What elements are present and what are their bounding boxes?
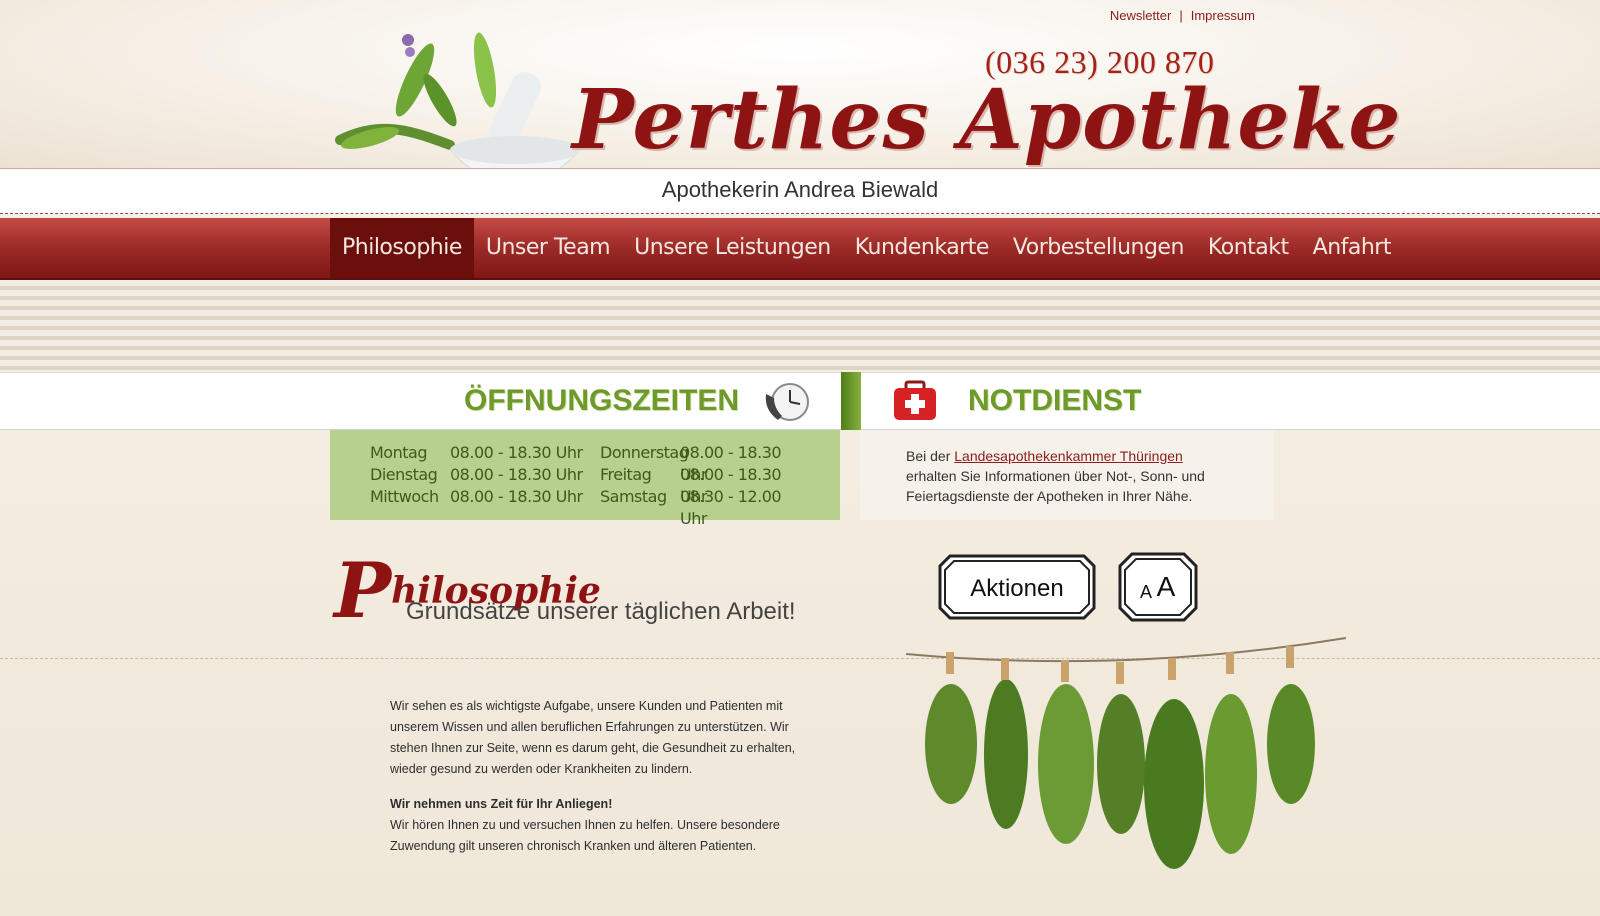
divider-green-bar	[841, 372, 861, 430]
time-value: 08.00 - 18.30 Uhr	[680, 443, 782, 484]
hours-title: ÖFFNUNGSZEITEN	[464, 384, 739, 417]
nav-item-vorbestellungen[interactable]: Vorbestellungen	[1001, 218, 1196, 278]
day-label: Samstag	[600, 487, 667, 506]
clock-phone-icon	[765, 383, 809, 421]
newsletter-link[interactable]: Newsletter	[1110, 8, 1171, 23]
notdienst-text-after: erhalten Sie Informationen über Not-, So…	[906, 468, 1205, 504]
time-value: 08.00 - 18.30 Uhr	[450, 487, 583, 506]
philosophy-title-cap: P	[334, 546, 392, 635]
nav-item-philosophie[interactable]: Philosophie	[330, 218, 474, 278]
font-large-label: A	[1157, 571, 1176, 602]
time-value: 08.00 - 18.30 Uhr	[450, 443, 583, 462]
philosophy-paragraph-2-text: Wir hören Ihnen zu und versuchen Ihnen z…	[390, 818, 780, 853]
philosophy-paragraph-2: Wir nehmen uns Zeit für Ihr Anliegen! Wir…	[390, 794, 800, 857]
impressum-link[interactable]: Impressum	[1191, 8, 1255, 23]
day-label: Donnerstag	[600, 443, 689, 462]
philosophy-body: Wir sehen es als wichtigste Aufgabe, uns…	[390, 696, 800, 871]
day-label: Dienstag	[370, 465, 438, 484]
pharmacist-name: Apothekerin Andrea Biewald	[661, 177, 939, 202]
nav-item-kontakt[interactable]: Kontakt	[1196, 218, 1301, 278]
top-links: Newsletter | Impressum	[1110, 8, 1255, 23]
notdienst-text: Bei der Landesapothekenkammer Thüringen …	[906, 446, 1236, 506]
subtitle-band: Apothekerin Andrea Biewald	[0, 168, 1600, 214]
notdienst-box: Bei der Landesapothekenkammer Thüringen …	[860, 430, 1274, 520]
nav-item-unser-team[interactable]: Unser Team	[474, 218, 622, 278]
time-value: 08.00 - 18.30 Uhr	[450, 465, 583, 484]
aktionen-button[interactable]: Aktionen	[938, 554, 1096, 620]
aktionen-label: Aktionen	[970, 575, 1063, 602]
hours-row: Mittwoch 08.00 - 18.30 Uhr Samstag 08.30…	[370, 486, 810, 528]
main-nav: Philosophie Unser Team Unsere Leistungen…	[0, 218, 1600, 280]
font-size-button[interactable]: A A	[1118, 552, 1198, 622]
day-label: Mittwoch	[370, 487, 439, 506]
hours-row: Montag 08.00 - 18.30 Uhr Donnerstag 08.0…	[370, 442, 810, 484]
philosophy-subtitle: Grundsätze unserer täglichen Arbeit!	[406, 598, 796, 625]
day-label: Freitag	[600, 465, 652, 484]
day-label: Montag	[370, 443, 427, 462]
hours-row: Dienstag 08.00 - 18.30 Uhr Freitag 08.00…	[370, 464, 810, 506]
font-small-label: A	[1140, 582, 1152, 602]
nav-item-kundenkarte[interactable]: Kundenkarte	[843, 218, 1001, 278]
nav-item-anfahrt[interactable]: Anfahrt	[1301, 218, 1403, 278]
opening-hours-box: Montag 08.00 - 18.30 Uhr Donnerstag 08.0…	[330, 430, 840, 528]
landesapothekenkammer-link[interactable]: Landesapothekenkammer Thüringen	[954, 448, 1183, 464]
notdienst-text-before: Bei der	[906, 448, 955, 464]
time-value: 08.00 - 18.30 Uhr	[680, 465, 782, 506]
philosophy-paragraph-2-heading: Wir nehmen uns Zeit für Ihr Anliegen!	[390, 797, 613, 811]
logo[interactable]: Perthes Apotheke	[572, 72, 1402, 168]
nav-item-unsere-leistungen[interactable]: Unsere Leistungen	[622, 218, 843, 278]
time-value: 08.30 - 12.00 Uhr	[680, 487, 782, 528]
notdienst-title: NOTDIENST	[968, 384, 1142, 417]
decorative-stripes	[0, 280, 1600, 372]
hanging-herbs-illustration	[906, 637, 1346, 869]
section-divider	[0, 658, 1600, 659]
first-aid-kit-icon	[894, 380, 936, 420]
top-links-separator: |	[1179, 8, 1183, 23]
philosophy-paragraph-1: Wir sehen es als wichtigste Aufgabe, uns…	[390, 699, 796, 776]
